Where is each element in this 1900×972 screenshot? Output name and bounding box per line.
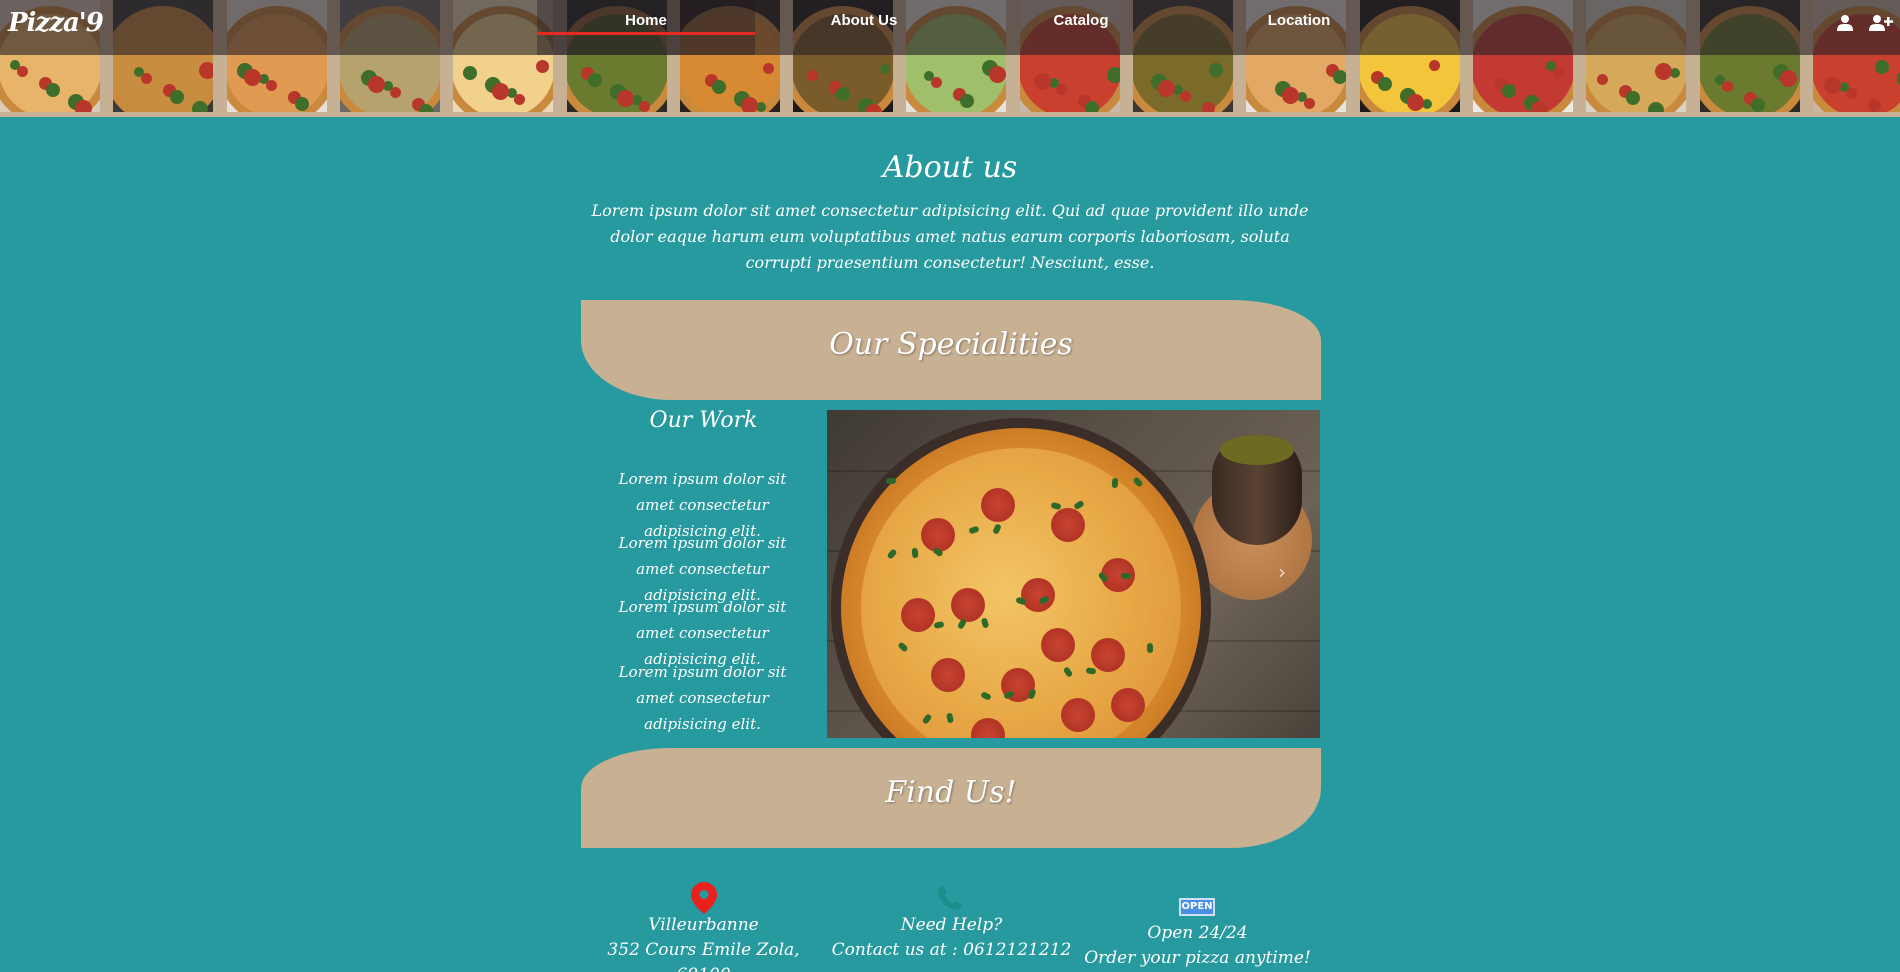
pepperoni-slice (931, 658, 965, 692)
location-address: 352 Cours Emile Zola, 69100 (607, 940, 800, 972)
hours-subtext: Order your pizza anytime! (1084, 948, 1311, 968)
nav-link-about-us[interactable]: About Us (755, 0, 973, 55)
herb-topping (897, 641, 909, 653)
find-us-title: Find Us! (885, 774, 1017, 810)
our-work-title: Our Work (649, 408, 758, 433)
pepperoni-slice (1061, 698, 1095, 732)
help-heading: Need Help? (900, 915, 1003, 935)
pepperoni-slice (971, 718, 1005, 738)
pepperoni-slice (921, 518, 955, 552)
open-sign-icon: OPEN (1179, 898, 1215, 916)
pepperoni-slice (1091, 638, 1125, 672)
herb-topping (933, 621, 945, 629)
find-us-banner: Find Us! (581, 748, 1321, 848)
herb-topping (968, 525, 980, 535)
herb-topping (946, 712, 954, 724)
herb-topping (886, 548, 898, 560)
specialities-banner: Our Specialities (581, 300, 1321, 400)
pepperoni-slice (901, 598, 935, 632)
specialities-title: Our Specialities (829, 326, 1073, 362)
open-badge: OPEN (1179, 898, 1215, 916)
pepperoni-slice (951, 588, 985, 622)
work-item: Lorem ipsum dolor sit amet consectetur a… (618, 663, 787, 733)
chevron-right-icon[interactable]: › (1272, 560, 1292, 584)
herb-topping (992, 523, 1002, 535)
phone-icon (937, 885, 963, 915)
herb-topping (921, 713, 933, 725)
nav-link-home[interactable]: Home (537, 0, 755, 55)
herb-topping (1146, 642, 1154, 654)
user-icon[interactable] (1836, 14, 1858, 34)
pizza-carousel[interactable]: › (827, 410, 1320, 738)
about-text: Lorem ipsum dolor sit amet consectetur a… (591, 201, 1309, 272)
herb-topping (980, 617, 990, 629)
herb-topping (1062, 666, 1074, 678)
help-contact[interactable]: Contact us at : 0612121212 (829, 938, 1074, 963)
herb-topping (1085, 667, 1097, 675)
navbar: Pizza'9 Home About Us Catalog Location (0, 0, 1900, 55)
herb-topping (911, 547, 919, 559)
herb-topping (1111, 477, 1119, 489)
user-plus-icon[interactable] (1869, 14, 1893, 34)
herb-topping (1050, 501, 1062, 511)
hours-heading: Open 24/24 (1147, 923, 1248, 943)
pepperoni-slice (1111, 688, 1145, 722)
pepperoni-slice (981, 488, 1015, 522)
herb-topping (980, 691, 992, 701)
location-info: Villeurbanne 352 Cours Emile Zola, 69100 (581, 913, 826, 972)
herb-topping (1120, 572, 1132, 580)
about-title: About us (882, 150, 1018, 185)
pepperoni-slice (1041, 628, 1075, 662)
help-info: Need Help? Contact us at : 0612121212 (829, 913, 1074, 963)
nav-link-location[interactable]: Location (1190, 0, 1408, 55)
herb-topping (956, 618, 968, 630)
hours-info: Open 24/24 Order your pizza anytime! (1075, 921, 1320, 971)
herb-topping (1073, 499, 1085, 511)
nav-link-catalog[interactable]: Catalog (972, 0, 1190, 55)
site-logo[interactable]: Pizza'9 (8, 8, 104, 38)
pepperoni-slice (1051, 508, 1085, 542)
location-city: Villeurbanne (648, 915, 759, 935)
herb-topping (886, 478, 896, 484)
pepperoni-slice (1021, 578, 1055, 612)
